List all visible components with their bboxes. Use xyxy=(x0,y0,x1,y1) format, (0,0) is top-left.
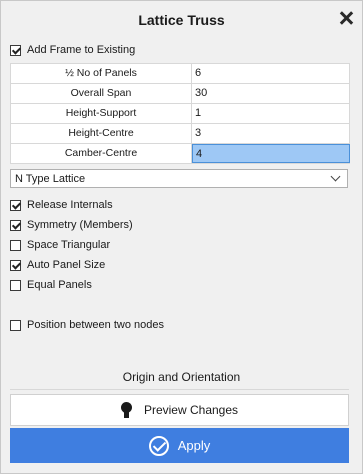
release-internals-checkbox[interactable] xyxy=(10,199,21,211)
option-label: Space Triangular xyxy=(27,239,111,251)
add-frame-checkbox-row[interactable]: Add Frame to Existing xyxy=(10,42,135,58)
preview-changes-label: Preview Changes xyxy=(143,403,239,417)
position-between-nodes-checkbox[interactable] xyxy=(10,319,21,331)
lattice-type-dropdown[interactable]: N Type Lattice xyxy=(10,169,348,188)
origin-orientation-heading[interactable]: Origin and Orientation xyxy=(1,370,362,384)
auto-panel-size-checkbox[interactable] xyxy=(10,259,21,271)
chevron-down-icon xyxy=(330,171,341,182)
preview-changes-button[interactable]: Preview Changes xyxy=(10,394,349,426)
panel-title: Lattice Truss xyxy=(138,12,225,28)
parameter-grid: ½ No of Panels 6 Overall Span 30 Height-… xyxy=(10,63,350,164)
grid-label: ½ No of Panels xyxy=(11,64,192,83)
option-space-triangular[interactable]: Space Triangular xyxy=(10,237,110,253)
option-label: Symmetry (Members) xyxy=(27,219,133,231)
close-icon[interactable] xyxy=(338,10,354,26)
option-auto-panel-size[interactable]: Auto Panel Size xyxy=(10,257,105,273)
grid-value-input[interactable]: 6 xyxy=(192,64,350,83)
check-circle-icon xyxy=(148,435,169,456)
lattice-truss-panel: Lattice Truss Add Frame to Existing ½ No… xyxy=(0,0,363,474)
position-between-nodes-label: Position between two nodes xyxy=(27,319,164,331)
position-between-nodes-row[interactable]: Position between two nodes xyxy=(10,317,164,333)
grid-label: Height-Centre xyxy=(11,124,192,143)
lightbulb-icon xyxy=(120,401,132,419)
grid-row-camber-centre: Camber-Centre 4 xyxy=(11,144,350,164)
grid-row-panels: ½ No of Panels 6 xyxy=(11,64,350,84)
divider xyxy=(10,389,349,390)
lattice-type-value: N Type Lattice xyxy=(15,172,86,185)
grid-value-input[interactable]: 3 xyxy=(192,124,350,143)
grid-label: Overall Span xyxy=(11,84,192,103)
option-symmetry[interactable]: Symmetry (Members) xyxy=(10,217,133,233)
title-bar: Lattice Truss xyxy=(1,1,362,39)
grid-label: Camber-Centre xyxy=(11,144,192,163)
add-frame-label: Add Frame to Existing xyxy=(27,44,136,56)
symmetry-checkbox[interactable] xyxy=(10,219,21,231)
option-equal-panels[interactable]: Equal Panels xyxy=(10,277,92,293)
grid-value-input-selected[interactable]: 4 xyxy=(192,144,350,163)
option-release-internals[interactable]: Release Internals xyxy=(10,197,113,213)
option-label: Equal Panels xyxy=(27,279,92,291)
grid-label: Height-Support xyxy=(11,104,192,123)
grid-row-height-support: Height-Support 1 xyxy=(11,104,350,124)
grid-value-input[interactable]: 1 xyxy=(192,104,350,123)
grid-value-input[interactable]: 30 xyxy=(192,84,350,103)
option-label: Release Internals xyxy=(27,199,113,211)
equal-panels-checkbox[interactable] xyxy=(10,279,21,291)
grid-row-height-centre: Height-Centre 3 xyxy=(11,124,350,144)
add-frame-checkbox[interactable] xyxy=(10,44,21,56)
option-label: Auto Panel Size xyxy=(27,259,106,271)
apply-label: Apply xyxy=(177,438,211,453)
apply-button[interactable]: Apply xyxy=(10,428,349,463)
grid-row-span: Overall Span 30 xyxy=(11,84,350,104)
space-triangular-checkbox[interactable] xyxy=(10,239,21,251)
